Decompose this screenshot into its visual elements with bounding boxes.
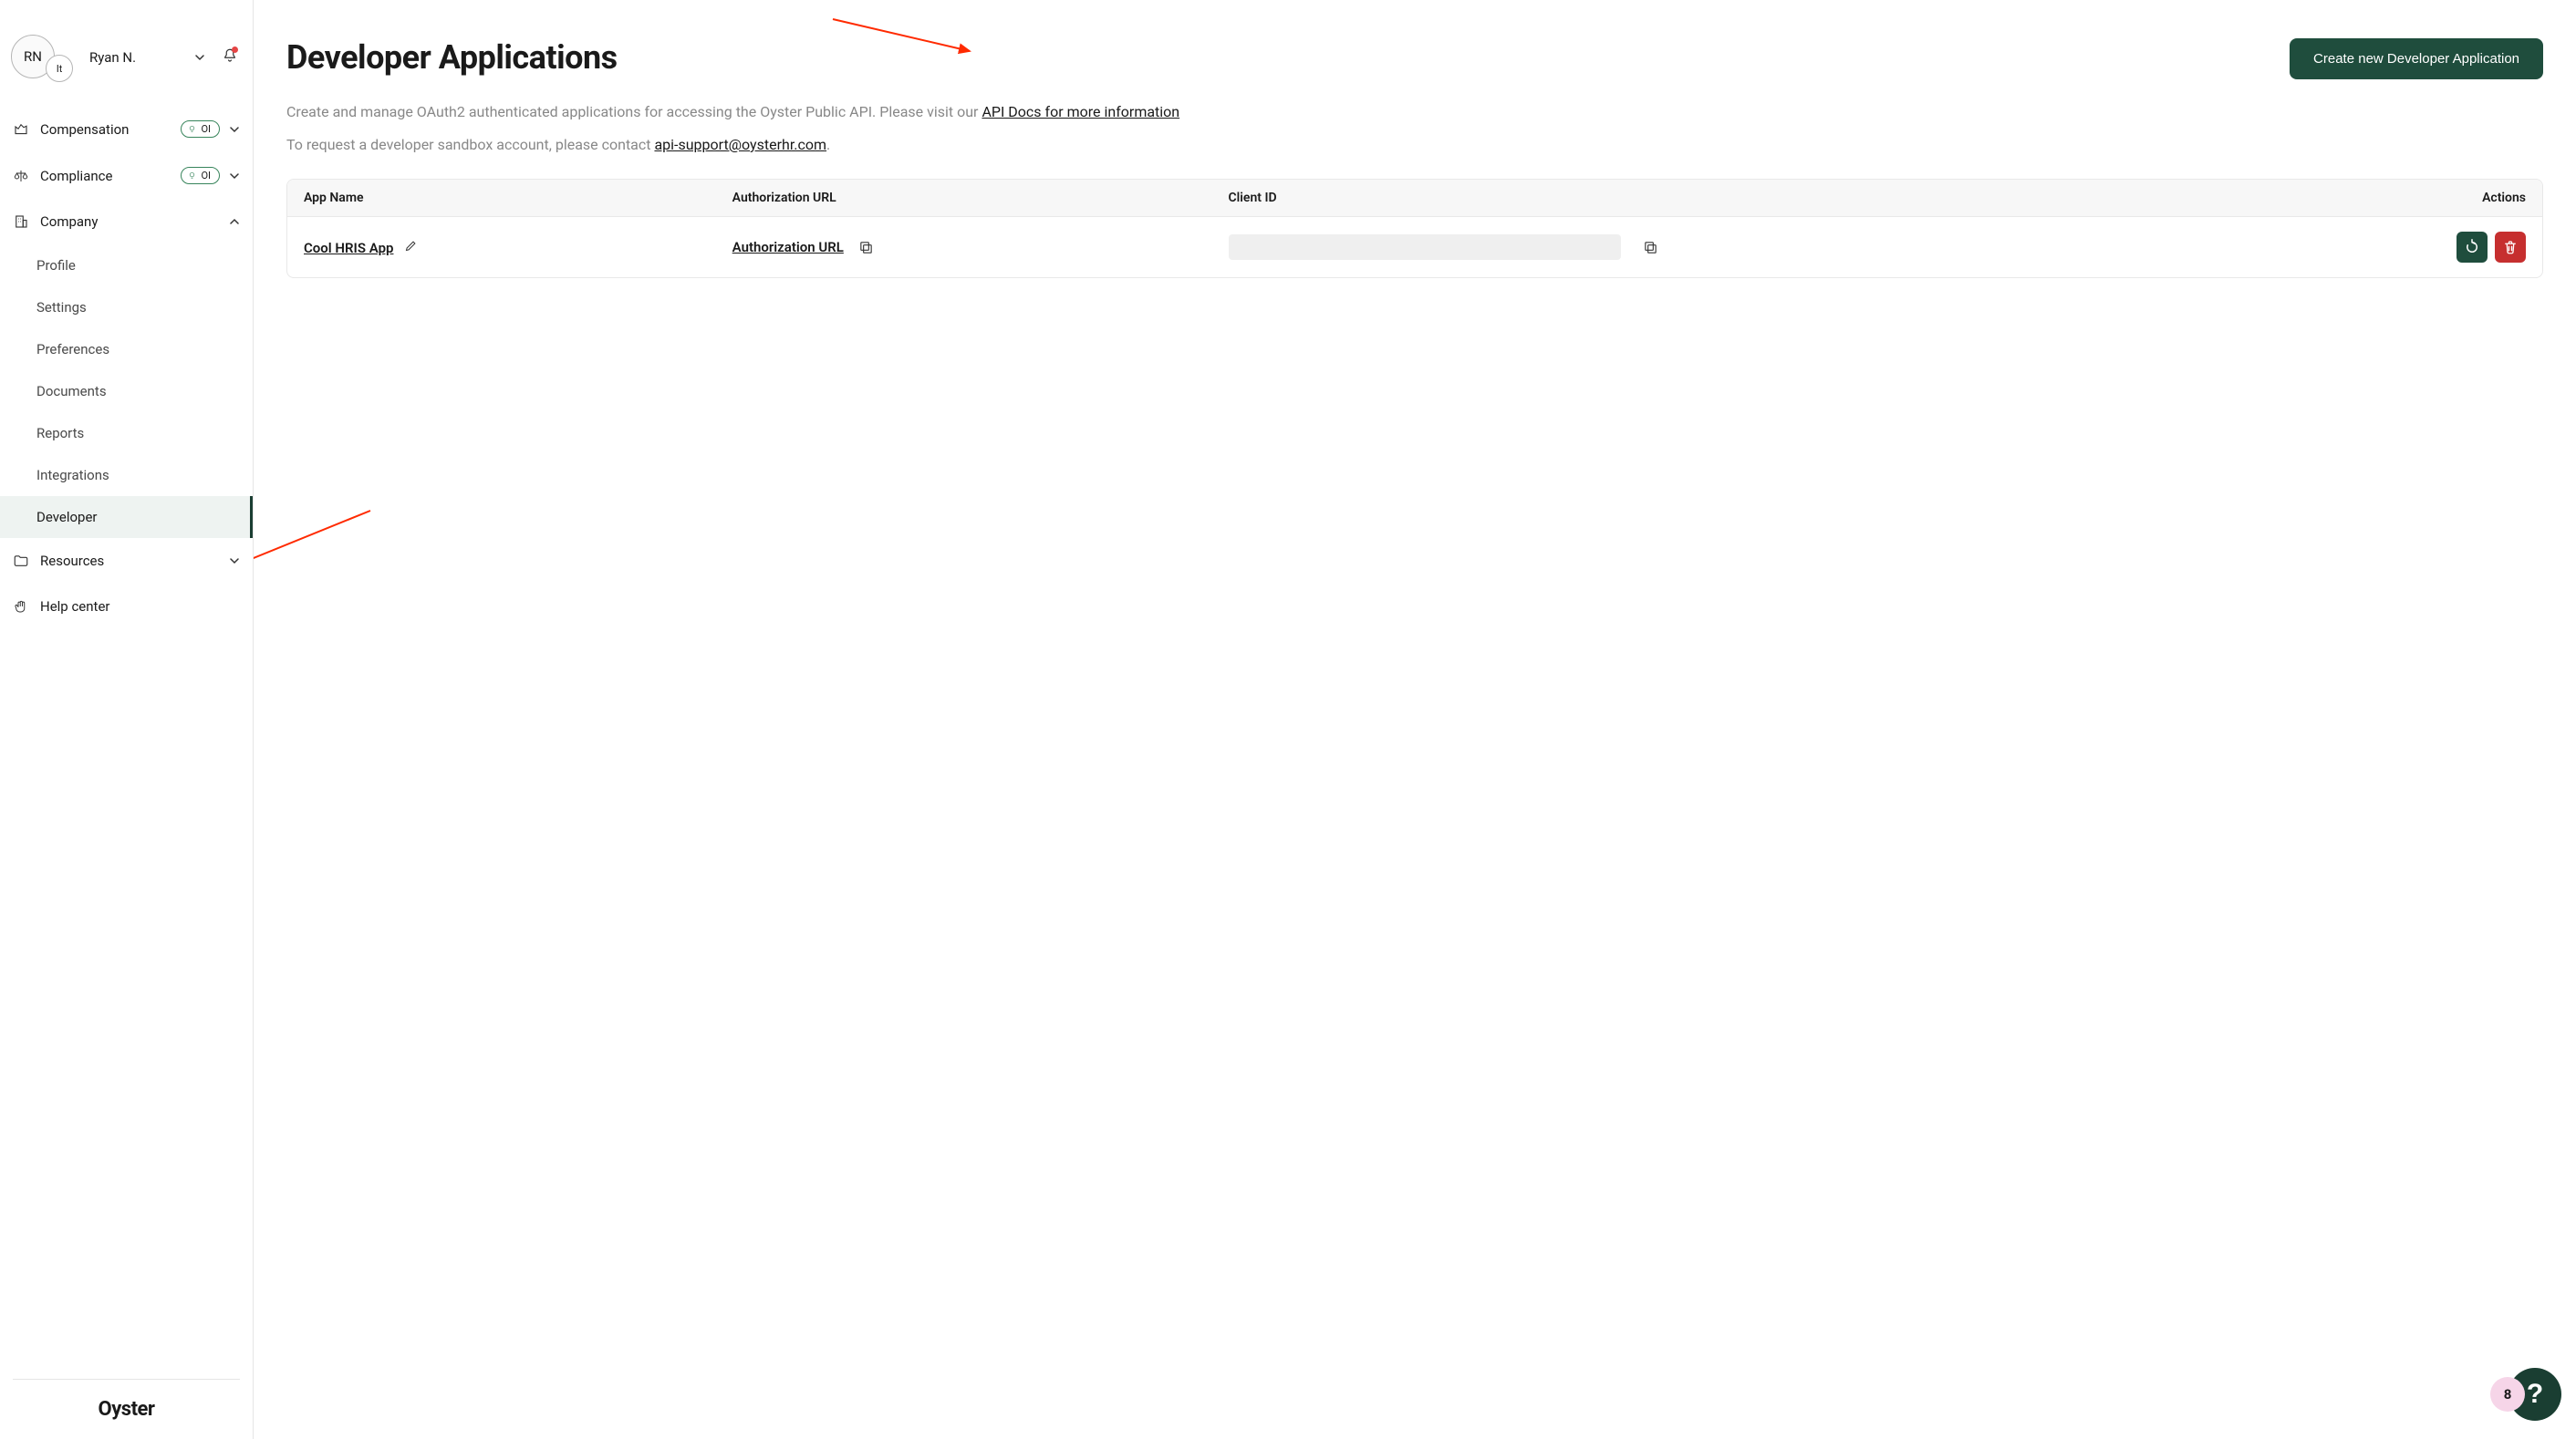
nav-sub-integrations[interactable]: Integrations: [0, 454, 253, 496]
notifications-button[interactable]: [222, 47, 238, 67]
col-auth-url: Authorization URL: [716, 180, 1212, 217]
create-app-button[interactable]: Create new Developer Application: [2290, 38, 2543, 79]
user-name: Ryan N.: [89, 49, 194, 66]
sandbox-post: .: [826, 136, 830, 153]
help-badge-count: 8: [2490, 1377, 2525, 1412]
oi-badge: OI: [181, 120, 220, 138]
col-client-id: Client ID: [1212, 180, 2272, 217]
nav-sub-developer[interactable]: Developer: [0, 496, 253, 538]
nav-item-compliance[interactable]: Compliance OI: [0, 152, 253, 199]
col-app-name: App Name: [287, 180, 716, 217]
scales-icon: [13, 168, 29, 184]
bulb-icon: [187, 171, 197, 181]
user-avatar-group[interactable]: RN It: [11, 35, 75, 80]
nav-item-help[interactable]: Help center: [0, 584, 253, 629]
delete-button[interactable]: [2495, 232, 2526, 263]
building-icon: [13, 213, 29, 230]
app-name-link[interactable]: Cool HRIS App: [304, 240, 393, 256]
chart-icon: [13, 121, 29, 138]
nav-label: Compliance: [40, 168, 181, 184]
copy-icon[interactable]: [1643, 240, 1658, 255]
annotation-arrow-left: [254, 506, 389, 579]
main-content: Developer Applications Create new Develo…: [254, 0, 2576, 1439]
intro-text: Create and manage OAuth2 authenticated a…: [286, 101, 2543, 123]
nav-item-compensation[interactable]: Compensation OI: [0, 106, 253, 152]
chevron-down-icon: [229, 555, 240, 566]
nav-label: Resources: [40, 553, 229, 569]
nav-label: Compensation: [40, 121, 181, 138]
sidebar-nav: Compensation OI Compliance OI: [0, 106, 253, 1379]
api-docs-link[interactable]: API Docs for more information: [982, 103, 1179, 120]
col-actions: Actions: [2271, 180, 2542, 217]
chevron-down-icon[interactable]: [194, 52, 205, 63]
sandbox-pre: To request a developer sandbox account, …: [286, 136, 654, 153]
nav-label: Help center: [40, 598, 240, 615]
oi-text: OI: [201, 123, 211, 135]
sidebar-footer: Oyster: [13, 1379, 240, 1439]
nav-sub-profile[interactable]: Profile: [0, 244, 253, 286]
nav-sub-settings[interactable]: Settings: [0, 286, 253, 328]
chevron-up-icon: [229, 216, 240, 227]
nav-sub-preferences[interactable]: Preferences: [0, 328, 253, 370]
support-email-link[interactable]: api-support@oysterhr.com: [654, 136, 826, 153]
client-id-field[interactable]: [1229, 234, 1621, 260]
nav-sub-documents[interactable]: Documents: [0, 370, 253, 412]
sidebar-header: RN It Ryan N.: [0, 35, 253, 106]
bulb-icon: [187, 124, 197, 134]
table-row: Cool HRIS App Authorization URL: [287, 217, 2542, 278]
intro-pre: Create and manage OAuth2 authenticated a…: [286, 103, 982, 120]
notification-dot: [232, 47, 238, 53]
brand-logo: Oyster: [13, 1398, 240, 1421]
nav-label: Company: [40, 213, 229, 230]
nav-item-company[interactable]: Company: [0, 199, 253, 244]
apps-table: App Name Authorization URL Client ID Act…: [286, 179, 2543, 278]
auth-url-link[interactable]: Authorization URL: [732, 239, 844, 255]
avatar-sub: It: [46, 55, 73, 82]
trash-icon: [2502, 239, 2519, 255]
hand-icon: [13, 598, 29, 615]
nav-sub-reports[interactable]: Reports: [0, 412, 253, 454]
page-title: Developer Applications: [286, 38, 618, 77]
page-header: Developer Applications Create new Develo…: [286, 38, 2543, 79]
oi-text: OI: [201, 170, 211, 181]
sandbox-text: To request a developer sandbox account, …: [286, 136, 2543, 153]
regenerate-button[interactable]: [2457, 232, 2488, 263]
edit-icon[interactable]: [404, 239, 418, 253]
folder-icon: [13, 553, 29, 569]
help-widget: 8 ?: [2490, 1368, 2561, 1421]
nav-item-resources[interactable]: Resources: [0, 538, 253, 584]
sidebar: RN It Ryan N. Compensation OI: [0, 0, 254, 1439]
oi-badge: OI: [181, 167, 220, 184]
chevron-down-icon: [229, 124, 240, 135]
rotate-icon: [2464, 239, 2480, 255]
copy-icon[interactable]: [858, 240, 874, 255]
chevron-down-icon: [229, 171, 240, 181]
